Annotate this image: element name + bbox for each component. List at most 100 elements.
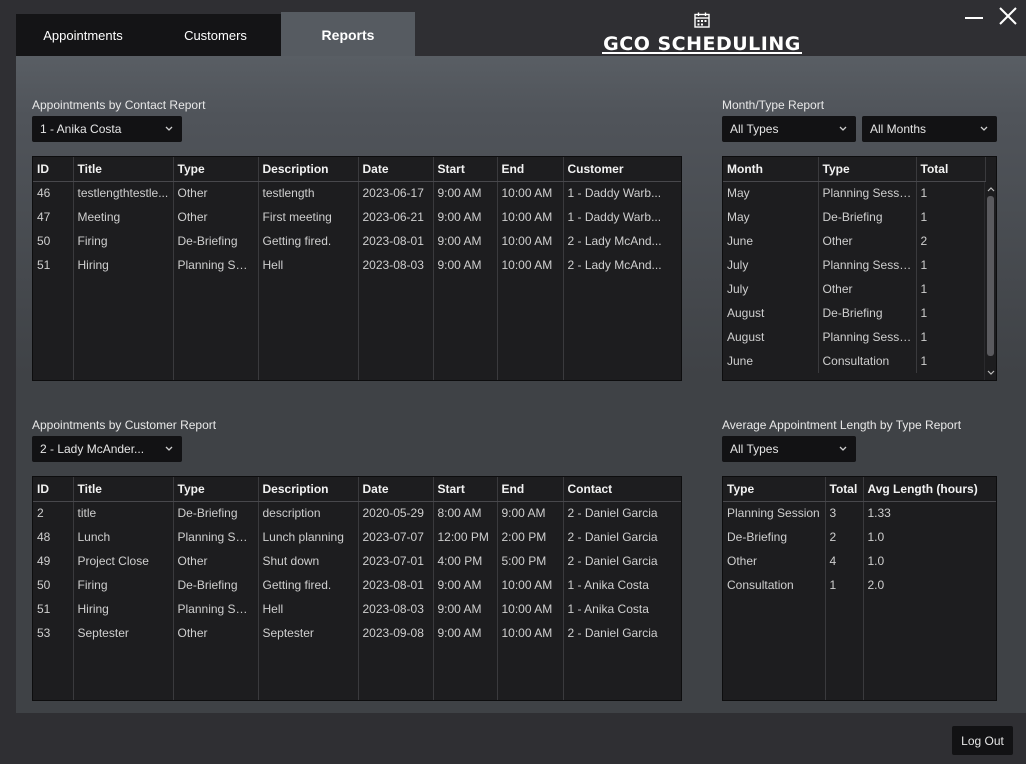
tab-reports[interactable]: Reports xyxy=(281,12,415,56)
column-header[interactable]: Month xyxy=(723,157,819,182)
column-header[interactable]: Total xyxy=(825,477,864,502)
table-cell: 9:00 AM xyxy=(433,253,498,277)
table-cell: Project Close xyxy=(73,549,174,573)
column-header[interactable]: Type xyxy=(818,157,917,182)
table-cell: 2:00 PM xyxy=(497,525,564,549)
table-cell: 2 - Daniel Garcia xyxy=(563,549,681,573)
logout-button[interactable]: Log Out xyxy=(952,726,1013,755)
table-header-row: Type Total Avg Length (hours) xyxy=(723,477,996,502)
column-header[interactable]: Title xyxy=(73,157,174,182)
table-cell: Other xyxy=(173,181,259,205)
vertical-scrollbar[interactable] xyxy=(984,182,996,380)
table-cell: Other xyxy=(818,277,917,301)
close-icon[interactable] xyxy=(996,4,1020,28)
chevron-down-icon xyxy=(839,446,847,451)
table-cell: August xyxy=(723,325,819,349)
table-filler xyxy=(33,277,681,380)
column-header[interactable]: Description xyxy=(258,157,359,182)
customer-select[interactable]: 2 - Lady McAnder... xyxy=(32,436,182,462)
table-cell: Other xyxy=(723,549,826,573)
minimize-icon[interactable] xyxy=(962,4,986,28)
table-row[interactable]: June Other 2 xyxy=(723,229,986,253)
table-cell: Firing xyxy=(73,229,174,253)
column-header[interactable]: Start xyxy=(433,157,498,182)
table-cell: Hell xyxy=(258,253,359,277)
table-cell: Consultation xyxy=(818,349,917,373)
column-header[interactable]: ID xyxy=(33,157,74,182)
table-row[interactable]: 51 Hiring Planning Ses... Hell 2023-08-03 9:0… xyxy=(33,253,681,277)
table-cell: 10:00 AM xyxy=(497,573,564,597)
customer-report-table: ID Title Type Description Date Start End… xyxy=(32,476,682,701)
column-header[interactable]: Type xyxy=(723,477,826,502)
table-cell: 50 xyxy=(33,229,74,253)
table-row[interactable]: De-Briefing 2 1.0 xyxy=(723,525,996,549)
scroll-up-icon[interactable] xyxy=(986,184,996,194)
table-cell: Planning Session xyxy=(818,181,917,205)
table-row[interactable]: 51 Hiring Planning Ses... Hell 2023-08-03 9:0… xyxy=(33,597,681,621)
chevron-down-icon xyxy=(980,126,988,131)
table-row[interactable]: Planning Session 3 1.33 xyxy=(723,501,996,525)
table-cell: 2 xyxy=(825,525,864,549)
table-row[interactable]: July Planning Session 1 xyxy=(723,253,986,277)
table-row[interactable]: 53 Septester Other Septester 2023-09-08 9:00 … xyxy=(33,621,681,645)
table-cell: June xyxy=(723,349,819,373)
column-header[interactable]: Total xyxy=(916,157,986,182)
table-cell: title xyxy=(73,501,174,525)
table-cell: 4:00 PM xyxy=(433,549,498,573)
column-header[interactable]: ID xyxy=(33,477,74,502)
column-header[interactable]: Customer xyxy=(563,157,681,182)
table-cell: July xyxy=(723,277,819,301)
tab-customers[interactable]: Customers xyxy=(150,14,281,56)
table-cell: 2020-05-29 xyxy=(358,501,434,525)
column-header[interactable]: Contact xyxy=(563,477,681,502)
table-cell: Septester xyxy=(73,621,174,645)
table-row[interactable]: August De-Briefing 1 xyxy=(723,301,986,325)
table-row[interactable]: 50 Firing De-Briefing Getting fired. 2023-08… xyxy=(33,229,681,253)
table-row[interactable]: 46 testlengthtestle... Other testlength 2023… xyxy=(33,181,681,205)
column-header[interactable]: Start xyxy=(433,477,498,502)
table-row[interactable]: 2 title De-Briefing description 2020-05-29 8:… xyxy=(33,501,681,525)
table-cell: De-Briefing xyxy=(173,229,259,253)
month-filter-select[interactable]: All Months xyxy=(862,116,997,142)
column-header[interactable]: Type xyxy=(173,477,259,502)
type-filter-select[interactable]: All Types xyxy=(722,116,856,142)
table-cell: 10:00 AM xyxy=(497,621,564,645)
table-row[interactable]: 49 Project Close Other Shut down 2023-07-01 4… xyxy=(33,549,681,573)
scrollbar-thumb[interactable] xyxy=(987,196,994,356)
table-row[interactable]: Other 4 1.0 xyxy=(723,549,996,573)
table-row[interactable]: 47 Meeting Other First meeting 2023-06-21 9:0… xyxy=(33,205,681,229)
contact-select[interactable]: 1 - Anika Costa xyxy=(32,116,182,142)
table-cell: First meeting xyxy=(258,205,359,229)
table-cell: 1 xyxy=(916,325,986,349)
column-header[interactable]: End xyxy=(497,477,564,502)
column-header[interactable]: Description xyxy=(258,477,359,502)
table-row[interactable]: July Other 1 xyxy=(723,277,986,301)
column-header[interactable]: Avg Length (hours) xyxy=(863,477,996,502)
avg-type-filter-select[interactable]: All Types xyxy=(722,436,856,462)
table-row[interactable]: August Planning Session 1 xyxy=(723,325,986,349)
table-cell: 2023-09-08 xyxy=(358,621,434,645)
table-row[interactable]: 48 Lunch Planning Ses... Lunch planning 2023… xyxy=(33,525,681,549)
table-row[interactable]: Consultation 1 2.0 xyxy=(723,573,996,597)
table-row[interactable]: 50 Firing De-Briefing Getting fired. 2023-08… xyxy=(33,573,681,597)
table-cell: 1 xyxy=(916,205,986,229)
table-cell: 9:00 AM xyxy=(433,181,498,205)
column-header[interactable]: Type xyxy=(173,157,259,182)
table-cell: 10:00 AM xyxy=(497,205,564,229)
table-cell: 1 - Daddy Warb... xyxy=(563,205,681,229)
scroll-down-icon[interactable] xyxy=(986,368,996,378)
table-cell: 50 xyxy=(33,573,74,597)
table-cell: 2 xyxy=(916,229,986,253)
table-cell: 2.0 xyxy=(863,573,996,597)
column-header[interactable]: Date xyxy=(358,477,434,502)
table-filler xyxy=(33,645,681,700)
table-row[interactable]: May De-Briefing 1 xyxy=(723,205,986,229)
table-row[interactable]: May Planning Session 1 xyxy=(723,181,986,205)
table-cell: 1 - Daddy Warb... xyxy=(563,181,681,205)
column-header[interactable]: Date xyxy=(358,157,434,182)
column-header[interactable]: End xyxy=(497,157,564,182)
tab-appointments[interactable]: Appointments xyxy=(16,14,150,56)
column-header[interactable]: Title xyxy=(73,477,174,502)
table-row[interactable]: June Consultation 1 xyxy=(723,349,986,373)
table-cell: 9:00 AM xyxy=(433,573,498,597)
